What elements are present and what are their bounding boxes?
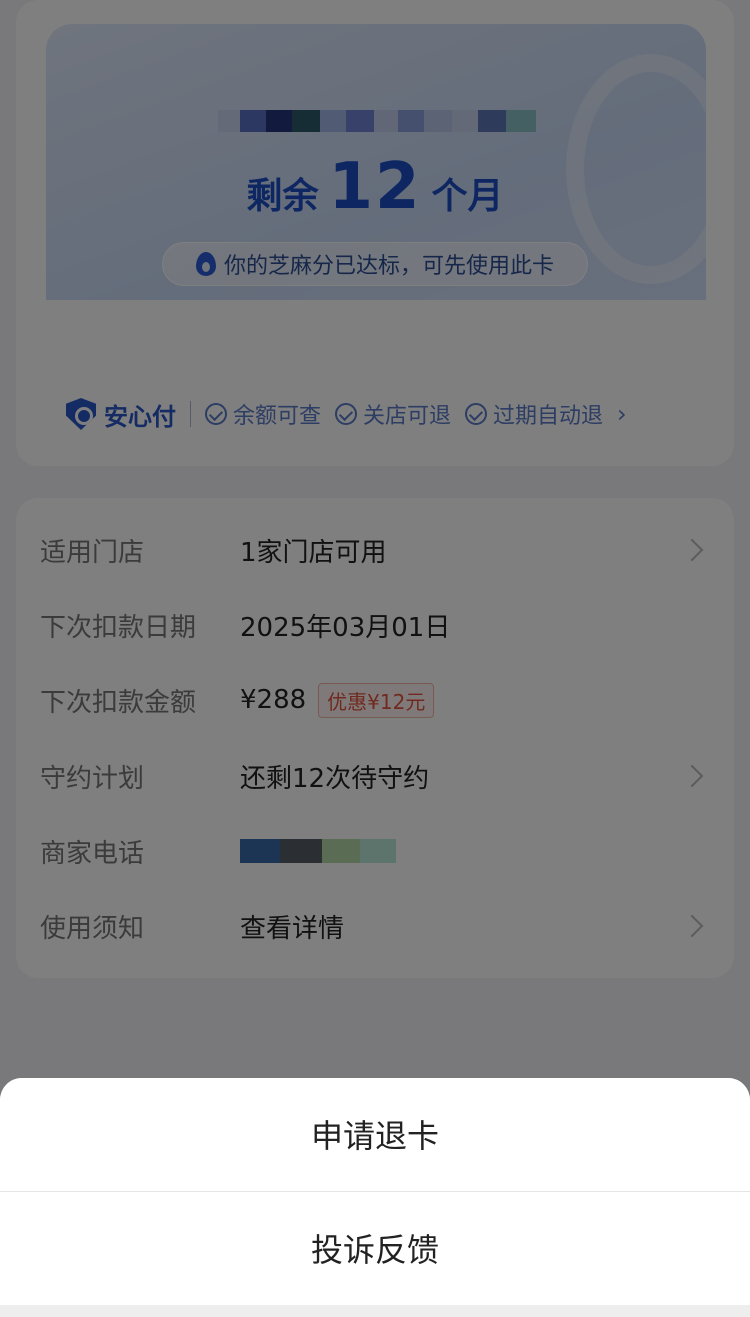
apply-refund-card-button[interactable]: 申请退卡 bbox=[0, 1078, 750, 1190]
sheet-bottom-gap bbox=[0, 1305, 750, 1317]
complaint-feedback-button[interactable]: 投诉反馈 bbox=[0, 1192, 750, 1304]
action-sheet: 申请退卡 投诉反馈 bbox=[0, 1078, 750, 1317]
